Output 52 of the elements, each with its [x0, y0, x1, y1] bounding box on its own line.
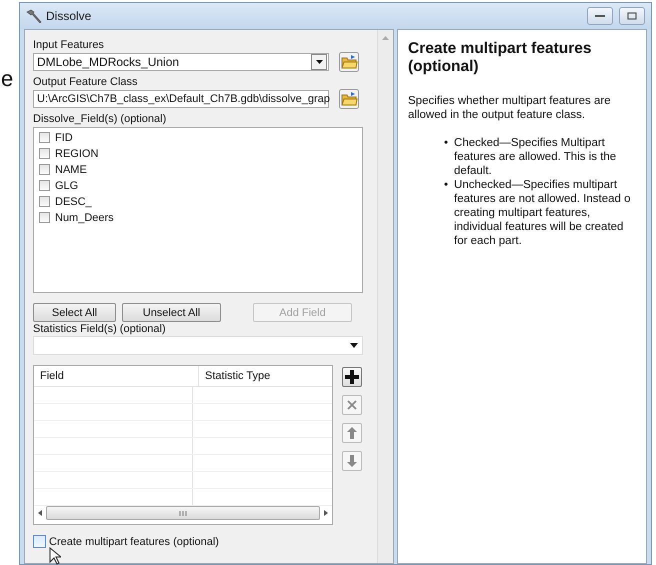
field-label: Input Features — [33, 38, 105, 52]
mouse-cursor — [49, 547, 61, 565]
background-text: e — [1, 66, 14, 92]
move-down-icon[interactable] — [342, 451, 362, 471]
help-bullet: Unchecked—Specifies multipart features are not allowed. Instead o creating multipart features, individual features will be created for each part. — [454, 178, 630, 248]
scroll-left-icon[interactable] — [38, 510, 42, 516]
field-name: DESC_ — [55, 196, 92, 208]
field-label: Output Feature Class — [33, 75, 139, 89]
move-up-icon[interactable] — [342, 423, 362, 443]
action-button[interactable]: Select All — [33, 303, 116, 322]
checkbox[interactable] — [39, 196, 50, 207]
field-name: REGION — [55, 148, 98, 160]
checkbox[interactable] — [39, 180, 50, 191]
checkbox[interactable] — [33, 535, 46, 548]
minimize-icon — [595, 14, 605, 18]
input-features-dropdown[interactable]: DMLobe_MDRocks_Union — [33, 53, 329, 71]
scroll-right-icon[interactable] — [324, 510, 328, 516]
field-name: GLG — [55, 180, 78, 192]
caret-icon — [350, 343, 358, 348]
help-title: Create multipart features (optional) — [408, 40, 592, 76]
restore-button[interactable] — [619, 7, 645, 25]
help-description: Specifies whether multipart features are allowed in the output feature class. — [408, 94, 612, 122]
grip-icon — [179, 510, 187, 516]
statistics-field-dropdown[interactable] — [33, 336, 363, 355]
output-feature-class-field[interactable]: U:\ArcGIS\Ch7B_class_ex\Default_Ch7B.gdb\dissolve_grap — [33, 90, 329, 108]
checkbox[interactable] — [39, 132, 50, 143]
hammer-icon — [26, 9, 42, 23]
column-header[interactable]: Statistic Type — [199, 366, 270, 386]
checkbox[interactable] — [39, 212, 50, 223]
help-bullet: Checked—Specifies Multipart features are allowed. This is the default. — [454, 136, 616, 178]
caret-icon — [316, 60, 322, 64]
action-button[interactable]: Unselect All — [122, 303, 221, 322]
delete-icon[interactable] — [342, 395, 362, 415]
field-name: NAME — [55, 164, 87, 176]
field-name: FID — [55, 132, 73, 144]
field-name: Num_Deers — [55, 212, 114, 224]
folder-icon[interactable] — [339, 89, 359, 109]
field-label: Statistics Field(s) (optional) — [33, 322, 167, 336]
add-icon[interactable] — [342, 367, 362, 387]
horizontal-scrollbar[interactable] — [38, 506, 328, 520]
bullet-marker: • — [444, 178, 448, 192]
window-title: Dissolve — [46, 9, 92, 23]
bullet-marker: • — [444, 136, 448, 150]
field-label: Dissolve_Field(s) (optional) — [33, 112, 168, 126]
restore-icon — [627, 12, 637, 20]
folder-icon[interactable] — [339, 52, 359, 72]
column-header[interactable]: Field — [34, 366, 199, 386]
minimize-button[interactable] — [587, 7, 613, 25]
checkbox[interactable] — [39, 164, 50, 175]
scroll-up-icon[interactable] — [382, 36, 389, 40]
checkbox-label[interactable]: Create multipart features (optional) — [49, 536, 219, 548]
checkbox[interactable] — [39, 148, 50, 159]
